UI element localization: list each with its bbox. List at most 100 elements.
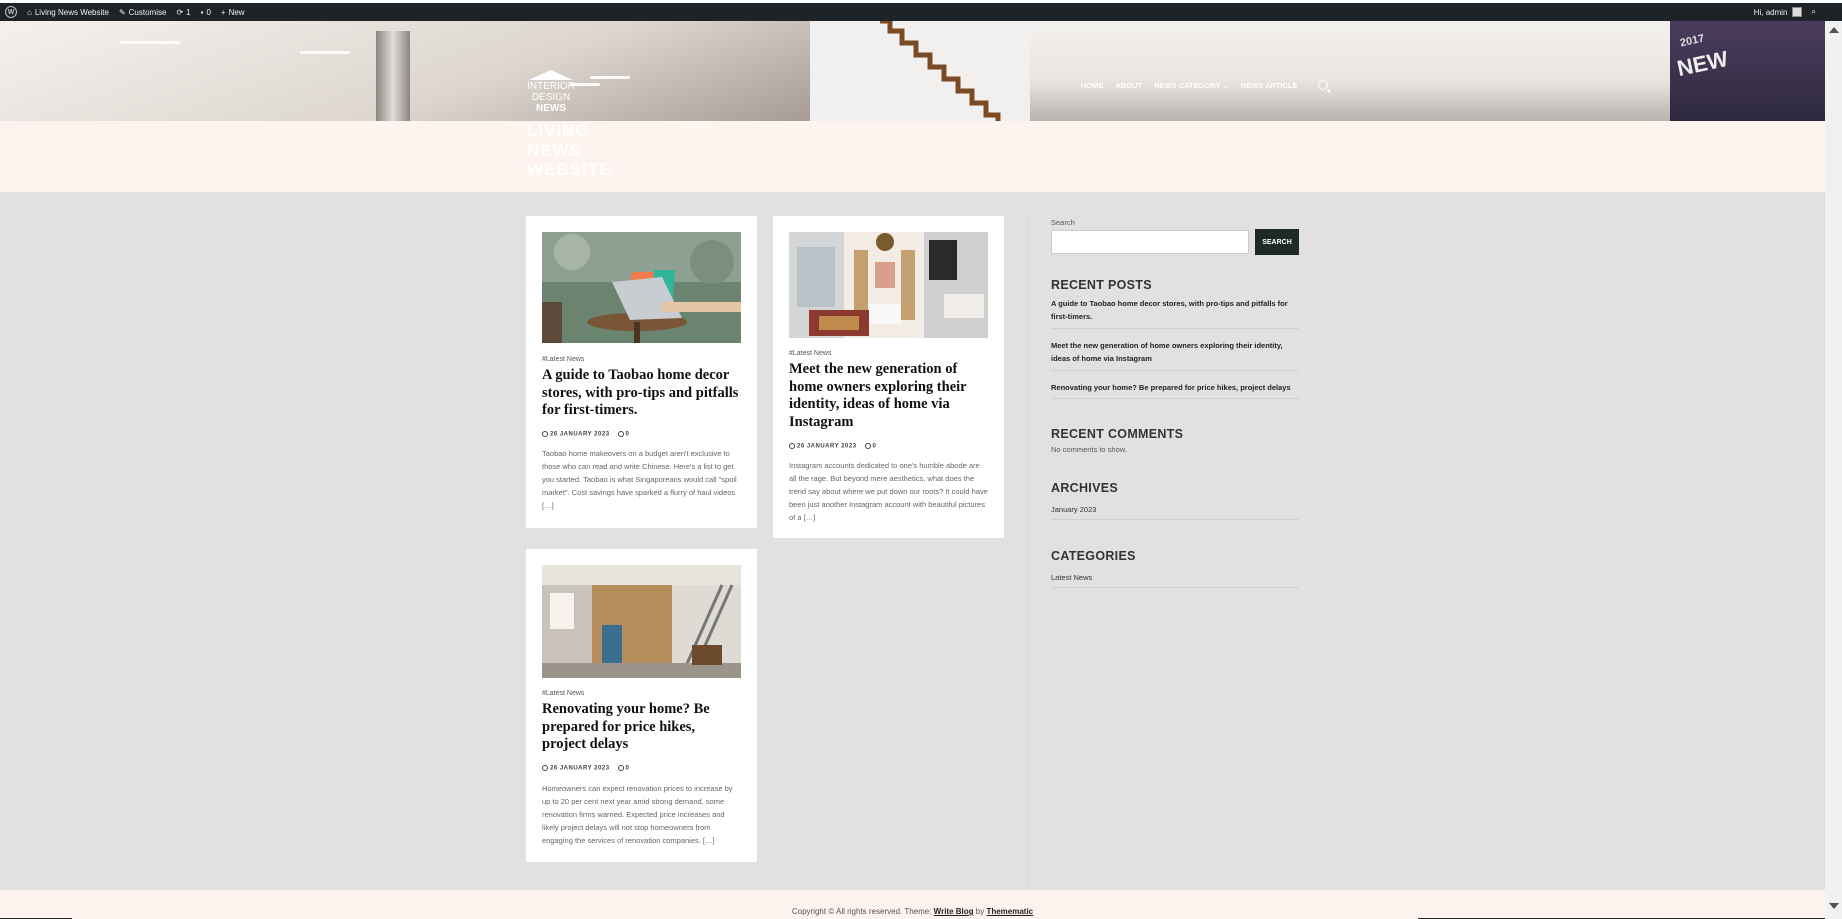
post-date-label: 26 JANUARY 2023 [550, 431, 610, 438]
scroll-down-arrow-icon[interactable] [1829, 903, 1839, 909]
divider [1051, 370, 1299, 371]
site-header: 2017 NEW [0, 21, 1825, 121]
site-title-line: LIVING [527, 121, 590, 140]
post-date-label: 26 JANUARY 2023 [550, 765, 610, 772]
comments-count: 0 [206, 7, 211, 17]
site-name-link[interactable]: ⌂ Living News Website [22, 3, 114, 21]
admin-bar: W ⌂ Living News Website ✎ Customise ⟳ 1 … [0, 0, 1842, 21]
avatar[interactable] [1791, 7, 1802, 17]
header-photo-stairs [880, 21, 1001, 121]
ceiling-light [590, 76, 630, 79]
nav-home[interactable]: HOME [1081, 81, 1104, 90]
divider [1051, 328, 1299, 329]
comment-icon [617, 431, 624, 437]
admin-search-icon[interactable]: ⌕ [1812, 7, 1816, 17]
header-photo-column [376, 31, 410, 121]
search-icon[interactable] [1317, 80, 1328, 90]
plus-icon: + [220, 7, 226, 17]
ceiling-light [300, 51, 350, 54]
logo-roof-icon [529, 70, 573, 80]
logo-line-1: INTERIOR [527, 81, 575, 92]
customise-link[interactable]: ✎ Customise [114, 3, 172, 21]
search-button[interactable]: SEARCH [1255, 229, 1299, 255]
theme-link[interactable]: Write Blog [934, 907, 974, 916]
post-excerpt: Instagram accounts dedicated to one's hu… [789, 461, 988, 522]
footer-copyright: Copyright © All rights reserved. Theme: … [0, 907, 1825, 916]
post-card: #Latest News A guide to Taobao home deco… [526, 216, 757, 528]
scrollbar[interactable] [1825, 21, 1842, 919]
site-branding-strip [0, 121, 1825, 192]
post-meta: 26 JANUARY 2023 0 [542, 431, 629, 438]
nav-news-category-label: NEWS CATEGORY [1154, 80, 1221, 90]
wordpress-menu[interactable]: W [0, 3, 22, 21]
by-text: by [973, 907, 987, 916]
post-excerpt: Taobao home makeovers on a budget aren't… [542, 449, 737, 510]
post-thumbnail[interactable] [789, 232, 988, 338]
site-name-label: Living News Website [34, 7, 109, 17]
post-meta: 26 JANUARY 2023 0 [789, 443, 876, 450]
comment-icon [617, 765, 624, 771]
site-logo[interactable]: INTERIOR DESIGN NEWS [527, 70, 575, 120]
post-thumbnail[interactable] [542, 232, 741, 343]
comment-icon [864, 443, 871, 449]
updates-icon: ⟳ [176, 7, 184, 17]
updates-link[interactable]: ⟳ 1 [171, 3, 195, 21]
nav-about[interactable]: ABOUT [1116, 81, 1143, 90]
scroll-up-arrow-icon[interactable] [1829, 27, 1839, 33]
post-date[interactable]: 26 JANUARY 2023 [542, 765, 610, 772]
recent-post-link[interactable]: Renovating your home? Be prepared for pr… [1051, 381, 1299, 394]
post-excerpt: Homeowners can expect renovation prices … [542, 784, 733, 845]
site-title-line: NEWS [527, 140, 582, 160]
nav-news-article[interactable]: NEWS ARTICLE [1241, 81, 1298, 90]
recent-post-link[interactable]: Meet the new generation of home owners e… [1051, 339, 1299, 365]
recent-post-link[interactable]: A guide to Taobao home decor stores, wit… [1051, 297, 1299, 323]
post-comments[interactable]: 0 [617, 431, 630, 438]
no-comments-text: No comments to show. [1051, 445, 1127, 454]
primary-nav: HOME ABOUT NEWS CATEGORY ⌄ NEWS ARTICLE [1081, 80, 1328, 90]
author-link[interactable]: Themematic [986, 907, 1033, 916]
comments-link[interactable]: ▪ 0 [196, 3, 216, 21]
clock-icon [542, 431, 548, 437]
post-category[interactable]: #Latest News [542, 356, 584, 363]
clock-icon [789, 443, 795, 449]
post-comments[interactable]: 0 [617, 765, 630, 772]
account-greeting[interactable]: Hi, admin [1754, 8, 1788, 17]
post-card: #Latest News Renovating your home? Be pr… [526, 549, 757, 862]
post-date[interactable]: 26 JANUARY 2023 [542, 431, 610, 438]
categories-heading: CATEGORIES [1051, 549, 1136, 563]
divider [1051, 587, 1299, 588]
recent-comments-heading: RECENT COMMENTS [1051, 427, 1184, 441]
post-title[interactable]: Renovating your home? Be prepared for pr… [542, 701, 742, 754]
recent-posts-heading: RECENT POSTS [1051, 278, 1152, 292]
post-category[interactable]: #Latest News [789, 350, 831, 357]
post-date-label: 26 JANUARY 2023 [797, 443, 857, 450]
post-card: #Latest News Meet the new generation of … [773, 216, 1004, 538]
post-comments-count: 0 [872, 443, 877, 450]
post-meta: 26 JANUARY 2023 0 [542, 765, 629, 772]
logo-line-3: NEWS [536, 103, 566, 114]
archive-link[interactable]: January 2023 [1051, 505, 1096, 514]
post-title[interactable]: Meet the new generation of home owners e… [789, 361, 989, 431]
post-comments[interactable]: 0 [864, 443, 877, 450]
search-label: Search [1051, 218, 1075, 227]
customise-label: Customise [128, 7, 167, 17]
search-input[interactable] [1051, 230, 1249, 254]
post-category[interactable]: #Latest News [542, 690, 584, 697]
new-content-link[interactable]: + New [216, 3, 250, 21]
post-comments-count: 0 [625, 431, 630, 438]
archives-heading: ARCHIVES [1051, 481, 1118, 495]
comment-icon: ▪ [200, 7, 204, 17]
pencil-icon: ✎ [118, 7, 126, 17]
home-icon: ⌂ [27, 7, 32, 17]
divider [1051, 398, 1299, 399]
nav-news-category[interactable]: NEWS CATEGORY ⌄ [1154, 81, 1229, 90]
post-date[interactable]: 26 JANUARY 2023 [789, 443, 857, 450]
site-title[interactable]: LIVING NEWS WEBSITE [527, 121, 611, 180]
post-title[interactable]: A guide to Taobao home decor stores, wit… [542, 367, 742, 420]
updates-count: 1 [186, 7, 191, 17]
logo-line-2: DESIGN [531, 92, 571, 103]
post-thumbnail[interactable] [542, 565, 741, 678]
post-comments-count: 0 [625, 765, 630, 772]
category-link[interactable]: Latest News [1051, 573, 1092, 582]
site-title-line: WEBSITE [527, 160, 612, 179]
